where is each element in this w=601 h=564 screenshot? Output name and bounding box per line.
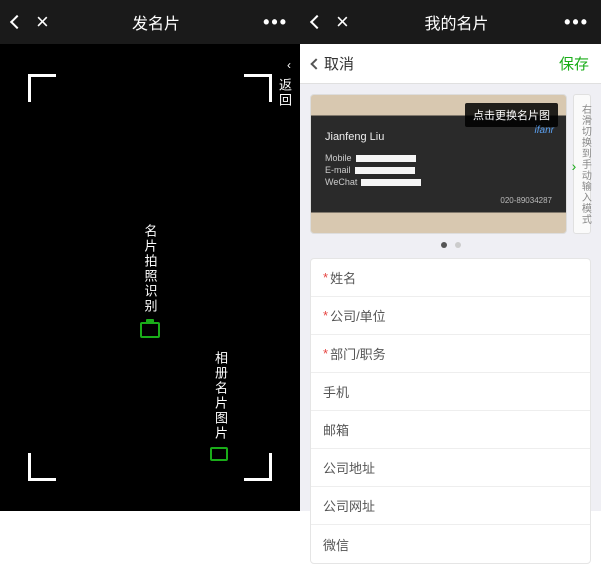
swipe-hint-text: 右滑切换到手动输入模式 <box>577 104 592 225</box>
field-label: 微信 <box>323 535 393 554</box>
field-label: 邮箱 <box>323 420 393 439</box>
field-wechat[interactable]: 微信 <box>311 525 590 563</box>
back-icon[interactable] <box>10 15 24 29</box>
name-input[interactable] <box>400 270 578 285</box>
viewfinder-corner-tl <box>28 74 56 102</box>
gallery-label[interactable]: 相册名片图片 <box>211 351 230 441</box>
camera-icon[interactable] <box>140 322 160 338</box>
required-mark: * <box>323 346 328 361</box>
more-icon[interactable]: ••• <box>263 12 288 33</box>
save-button[interactable]: 保存 <box>559 53 589 74</box>
pager <box>300 234 601 258</box>
company-input[interactable] <box>400 308 578 323</box>
email-input[interactable] <box>393 422 578 437</box>
required-mark: * <box>323 270 328 285</box>
field-label: 手机 <box>323 382 393 401</box>
field-dept[interactable]: * 部门/职务 <box>311 335 590 373</box>
screen-edit: × 我的名片 ••• 取消 保存 点击更换名片图 ifanr Jianfeng … <box>300 0 601 511</box>
field-website[interactable]: 公司网址 <box>311 487 590 525</box>
field-address[interactable]: 公司地址 <box>311 449 590 487</box>
camera-viewfinder[interactable]: ‹ 返回 名片拍照识别 相册名片图片 <box>0 44 300 511</box>
chevron-left-icon <box>310 58 321 69</box>
arrow-right-icon: › <box>572 158 578 174</box>
viewfinder-corner-bl <box>28 453 56 481</box>
more-icon[interactable]: ••• <box>564 12 589 33</box>
field-email[interactable]: 邮箱 <box>311 411 590 449</box>
gallery-icon[interactable] <box>210 447 228 461</box>
close-icon[interactable]: × <box>336 11 349 33</box>
card-wechat-row: WeChat <box>325 177 421 187</box>
swipe-hint[interactable]: 右滑切换到手动输入模式 › <box>573 94 591 234</box>
field-company[interactable]: * 公司/单位 <box>311 297 590 335</box>
cancel-button[interactable]: 取消 <box>312 53 354 74</box>
field-label: 公司/单位 <box>330 306 400 325</box>
card-brand: ifanr <box>535 125 554 136</box>
viewfinder-corner-tr <box>244 74 272 102</box>
field-label: 公司网址 <box>323 496 393 515</box>
card-phone: 020-89034287 <box>500 196 552 205</box>
field-name[interactable]: * 姓名 <box>311 259 590 297</box>
back-icon[interactable] <box>310 15 324 29</box>
field-label: 公司地址 <box>323 458 393 477</box>
form: * 姓名 * 公司/单位 * 部门/职务 手机 邮箱 公司地址 公司网址 <box>310 258 591 564</box>
address-input[interactable] <box>393 460 578 475</box>
pager-dot[interactable] <box>455 242 461 248</box>
dept-input[interactable] <box>400 346 578 361</box>
card-name: Jianfeng Liu <box>325 131 384 143</box>
topbar-right: × 我的名片 ••• <box>300 0 601 44</box>
card-email-row: E-mail <box>325 165 415 175</box>
topbar-left: × 发名片 ••• <box>0 0 300 44</box>
return-label[interactable]: 返回 <box>275 78 294 108</box>
close-icon[interactable]: × <box>36 11 49 33</box>
field-mobile[interactable]: 手机 <box>311 373 590 411</box>
card-preview[interactable]: 点击更换名片图 ifanr Jianfeng Liu Mobile E-mail… <box>310 94 567 234</box>
viewfinder-corner-br <box>244 453 272 481</box>
field-label: 姓名 <box>330 268 400 287</box>
capture-label: 名片拍照识别 <box>141 224 160 314</box>
chevron-left-icon: ‹ <box>287 58 291 72</box>
card-mobile-row: Mobile <box>325 153 416 163</box>
page-title-right: 我的名片 <box>424 10 488 34</box>
field-label: 部门/职务 <box>330 344 400 363</box>
required-mark: * <box>323 308 328 323</box>
mobile-input[interactable] <box>393 384 578 399</box>
screen-capture: × 发名片 ••• ‹ 返回 名片拍照识别 相册名片图片 <box>0 0 300 511</box>
subbar: 取消 保存 <box>300 44 601 84</box>
change-image-tag[interactable]: 点击更换名片图 <box>465 103 558 127</box>
pager-dot[interactable] <box>441 242 447 248</box>
cancel-label: 取消 <box>324 53 354 74</box>
wechat-input[interactable] <box>393 537 578 552</box>
page-title-left: 发名片 <box>132 10 180 34</box>
